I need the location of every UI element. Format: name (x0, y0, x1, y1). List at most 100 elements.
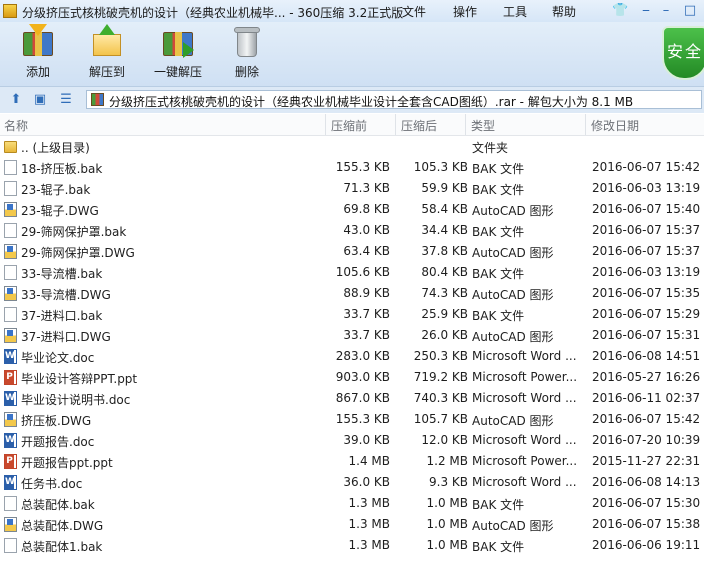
file-row[interactable]: 23-辊子.bak 71.3 KB 59.9 KB BAK 文件 2016-06-03 … (0, 178, 704, 199)
folder-icon (4, 141, 17, 153)
file-row[interactable]: 开题报告.doc 39.0 KB 12.0 KB Microsoft Word ...… (0, 430, 704, 451)
file-size: 39.0 KB (343, 433, 390, 447)
file-type: AutoCAD 图形 (472, 519, 554, 533)
one-click-extract-button[interactable]: 一键解压 (148, 26, 208, 84)
archive-path-text: 分级挤压式核桃破壳机的设计（经典农业机械毕业设计全套含CAD图纸）.rar - … (109, 95, 634, 109)
file-row[interactable]: 37-进料口.DWG 33.7 KB 26.0 KB AutoCAD 图形 2016-0… (0, 325, 704, 346)
file-icon (4, 496, 17, 511)
extract-button[interactable]: 解压到 (77, 24, 137, 84)
file-packed-size: 1.0 MB (426, 517, 468, 531)
delete-button[interactable]: 删除 (217, 26, 277, 84)
autocad-file-icon (4, 412, 17, 427)
file-row[interactable]: 毕业设计说明书.doc 867.0 KB 740.3 KB Microsoft Wor… (0, 388, 704, 409)
file-size: 867.0 KB (335, 391, 390, 405)
menu-tools[interactable]: 工具 (503, 3, 527, 20)
file-modified-date: 2016-06-11 02:37 (592, 391, 701, 405)
minimize-icon[interactable]: – (658, 3, 674, 19)
file-type: BAK 文件 (472, 498, 525, 512)
column-name[interactable]: 名称 (4, 117, 28, 134)
file-name: 挤压板.DWG (21, 414, 92, 428)
file-packed-size: 37.8 KB (421, 244, 468, 258)
file-row[interactable]: .. (上级目录) 文件夹 (0, 136, 704, 157)
file-row[interactable]: 33-导流槽.bak 105.6 KB 80.4 KB BAK 文件 2016-06-0… (0, 262, 704, 283)
file-type: AutoCAD 图形 (472, 330, 554, 344)
file-size: 69.8 KB (343, 202, 390, 216)
file-type: AutoCAD 图形 (472, 246, 554, 260)
file-name: 29-筛网保护罩.DWG (21, 246, 135, 260)
file-name: 总装配体.bak (21, 498, 95, 512)
file-type: AutoCAD 图形 (472, 204, 554, 218)
file-type: Microsoft Power... (472, 370, 578, 384)
column-packed[interactable]: 压缩后 (401, 117, 437, 134)
file-size: 1.3 MB (348, 496, 390, 510)
file-modified-date: 2015-11-27 22:31 (592, 454, 701, 468)
file-row[interactable]: 33-导流槽.DWG 88.9 KB 74.3 KB AutoCAD 图形 2016-0… (0, 283, 704, 304)
column-divider[interactable] (585, 114, 586, 135)
file-type: AutoCAD 图形 (472, 414, 554, 428)
rar-archive-icon (91, 93, 104, 106)
delete-button-label: 删除 (234, 65, 259, 79)
file-packed-size: 80.4 KB (421, 265, 468, 279)
file-size: 88.9 KB (343, 286, 390, 300)
file-type: Microsoft Word ... (472, 349, 577, 363)
file-name: 毕业论文.doc (21, 351, 95, 365)
column-divider[interactable] (395, 114, 396, 135)
file-row[interactable]: 开题报告ppt.ppt 1.4 MB 1.2 MB Microsoft Power..… (0, 451, 704, 472)
file-row[interactable]: 总装配体1.bak 1.3 MB 1.0 MB BAK 文件 2016-06-06 19… (0, 535, 704, 556)
column-size[interactable]: 压缩前 (331, 117, 367, 134)
file-row[interactable]: 总装配体.DWG 1.3 MB 1.0 MB AutoCAD 图形 2016-06-07… (0, 514, 704, 535)
word-document-icon (4, 349, 17, 364)
file-packed-size: 740.3 KB (413, 391, 468, 405)
file-packed-size: 105.7 KB (413, 412, 468, 426)
file-row[interactable]: 29-筛网保护罩.bak 43.0 KB 34.4 KB BAK 文件 2016-06-… (0, 220, 704, 241)
file-type: BAK 文件 (472, 162, 525, 176)
archive-add-icon (21, 24, 55, 58)
file-packed-size: 105.3 KB (413, 160, 468, 174)
app-window: 分级挤压式核桃破壳机的设计（经典农业机械毕... - 360压缩 3.2正式版 … (0, 0, 704, 561)
file-name: 18-挤压板.bak (21, 162, 103, 176)
add-button[interactable]: 添加 (8, 24, 68, 84)
file-row[interactable]: 23-辊子.DWG 69.8 KB 58.4 KB AutoCAD 图形 2016-06… (0, 199, 704, 220)
menu-operate[interactable]: 操作 (453, 3, 477, 20)
list-view-icon[interactable]: ☰ (58, 92, 74, 108)
menu-help[interactable]: 帮助 (552, 3, 576, 20)
menu-file[interactable]: 文件 (402, 3, 426, 20)
file-row[interactable]: 毕业论文.doc 283.0 KB 250.3 KB Microsoft Word .… (0, 346, 704, 367)
column-divider[interactable] (325, 114, 326, 135)
add-button-label: 添加 (25, 65, 50, 79)
thumbnail-view-icon[interactable]: ▣ (32, 92, 48, 108)
column-modified[interactable]: 修改日期 (591, 117, 639, 134)
skin-shirt-icon[interactable]: 👕 (612, 3, 628, 19)
file-type: BAK 文件 (472, 267, 525, 281)
file-packed-size: 1.0 MB (426, 496, 468, 510)
file-size: 1.3 MB (348, 538, 390, 552)
up-arrow-icon[interactable]: ⬆ (8, 92, 24, 108)
file-row[interactable]: 37-进料口.bak 33.7 KB 25.9 KB BAK 文件 2016-06-07… (0, 304, 704, 325)
column-header: 名称 压缩前 压缩后 类型 修改日期 (0, 114, 704, 136)
file-row[interactable]: 任务书.doc 36.0 KB 9.3 KB Microsoft Word ... 20… (0, 472, 704, 493)
file-row[interactable]: 18-挤压板.bak 155.3 KB 105.3 KB BAK 文件 2016-06-… (0, 157, 704, 178)
file-modified-date: 2016-06-07 15:37 (592, 223, 701, 237)
word-document-icon (4, 391, 17, 406)
column-type[interactable]: 类型 (471, 117, 495, 134)
file-icon (4, 181, 17, 196)
file-type: BAK 文件 (472, 309, 525, 323)
file-type: BAK 文件 (472, 183, 525, 197)
file-row[interactable]: 29-筛网保护罩.DWG 63.4 KB 37.8 KB AutoCAD 图形 2016… (0, 241, 704, 262)
security-shield-badge[interactable]: 安全 (662, 26, 704, 80)
file-icon (4, 223, 17, 238)
file-packed-size: 58.4 KB (421, 202, 468, 216)
extract-folder-icon (90, 24, 124, 58)
file-list: .. (上级目录) 文件夹 18-挤压板.bak 155.3 KB 105.3 KB BA… (0, 136, 704, 561)
one-click-extract-label: 一键解压 (153, 65, 202, 79)
file-row[interactable]: 挤压板.DWG 155.3 KB 105.7 KB AutoCAD 图形 2016-06… (0, 409, 704, 430)
file-modified-date: 2016-06-06 19:11 (592, 538, 701, 552)
maximize-icon[interactable]: □ (682, 3, 698, 19)
file-row[interactable]: 总装配体.bak 1.3 MB 1.0 MB BAK 文件 2016-06-07 15:… (0, 493, 704, 514)
window-title: 分级挤压式核桃破壳机的设计（经典农业机械毕... - 360压缩 3.2正式版 (22, 6, 404, 20)
column-divider[interactable] (465, 114, 466, 135)
file-size: 71.3 KB (343, 181, 390, 195)
minimize-menu-icon[interactable]: ⎯ (638, 3, 654, 19)
path-field[interactable]: 分级挤压式核桃破壳机的设计（经典农业机械毕业设计全套含CAD图纸）.rar - … (86, 90, 702, 109)
file-row[interactable]: 毕业设计答辩PPT.ppt 903.0 KB 719.2 KB Microsoft P… (0, 367, 704, 388)
